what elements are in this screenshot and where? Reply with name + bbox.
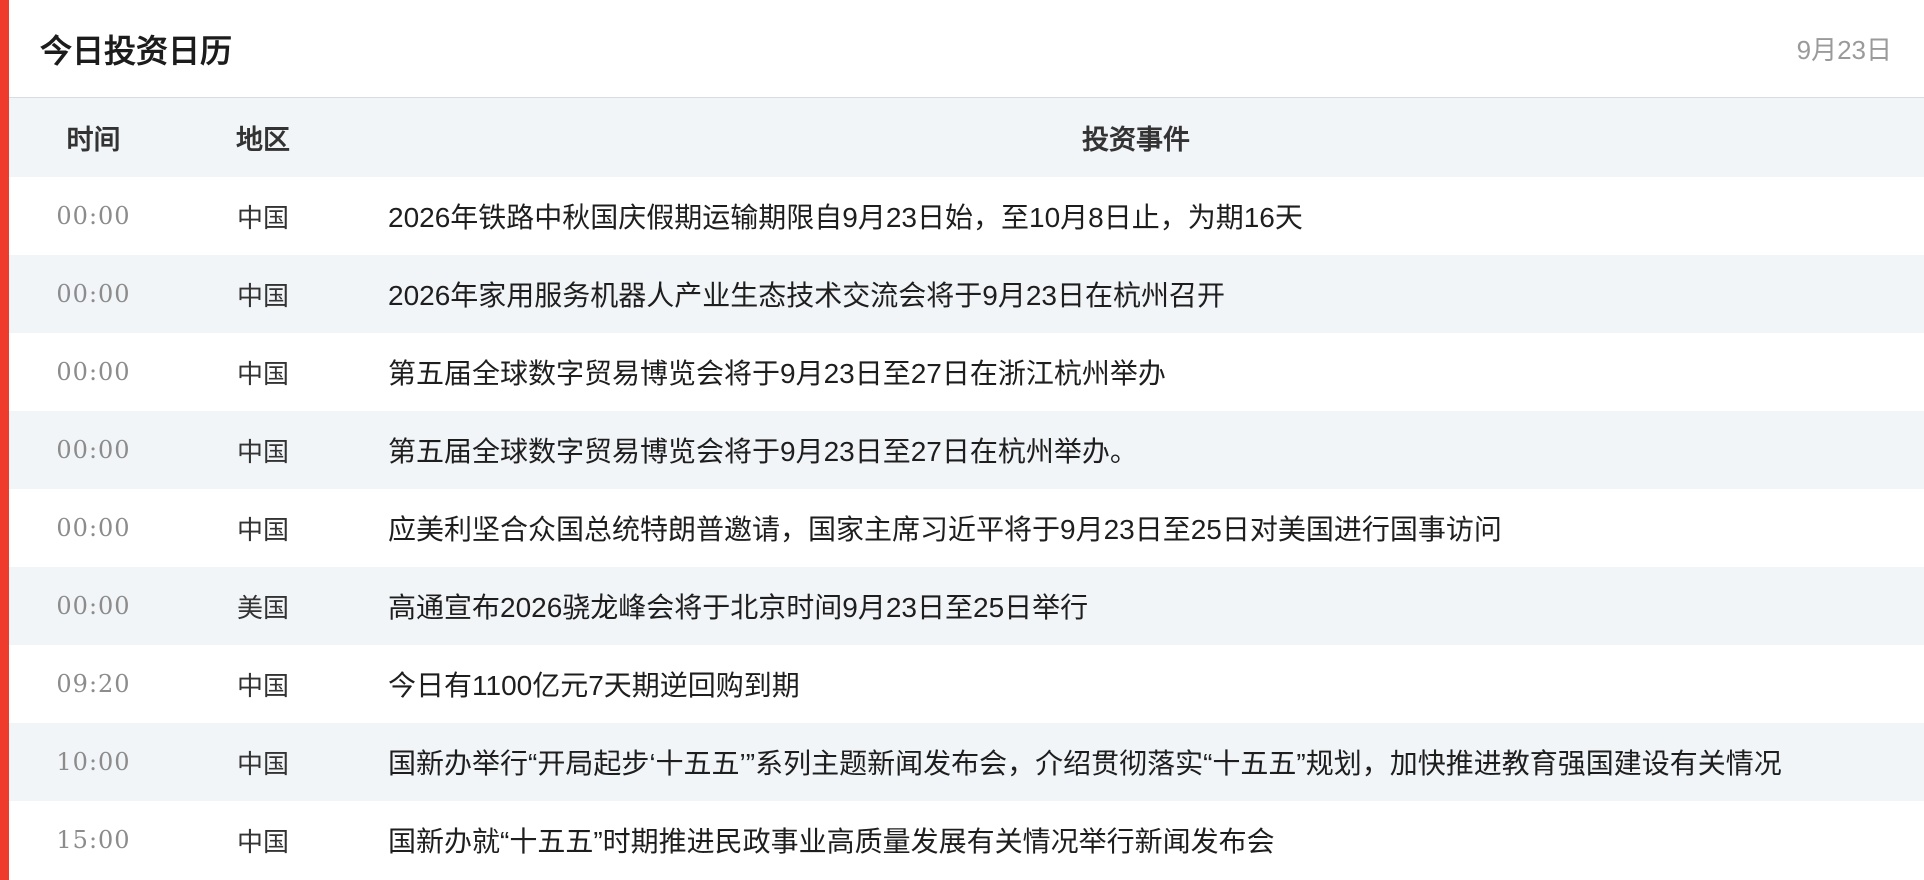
event-time: 15:00: [56, 826, 131, 854]
event-region: 中国: [236, 514, 289, 545]
current-date: 9月23日: [1796, 35, 1892, 65]
table-header: 时间 地区 投资事件: [9, 98, 1924, 177]
event-title[interactable]: 2026年铁路中秋国庆假期运输期限自9月23日始，至10月8日止，为期16天: [348, 196, 1924, 236]
table-row[interactable]: 09:20 中国 今日有1100亿元7天期逆回购到期: [9, 645, 1924, 723]
column-header-event: 投资事件: [1082, 125, 1190, 155]
event-title[interactable]: 国新办举行“开局起步‘十五五’”系列主题新闻发布会，介绍贯彻落实“十五五”规划，…: [348, 742, 1924, 782]
event-time: 00:00: [56, 358, 131, 386]
table-body: 00:00 中国 2026年铁路中秋国庆假期运输期限自9月23日始，至10月8日…: [9, 177, 1924, 879]
event-region: 中国: [236, 280, 289, 311]
event-title[interactable]: 第五届全球数字贸易博览会将于9月23日至27日在浙江杭州举办: [348, 352, 1924, 392]
event-title[interactable]: 2026年家用服务机器人产业生态技术交流会将于9月23日在杭州召开: [348, 274, 1924, 314]
table-row[interactable]: 00:00 中国 2026年家用服务机器人产业生态技术交流会将于9月23日在杭州…: [9, 255, 1924, 333]
event-time: 10:00: [56, 748, 131, 776]
event-region: 中国: [236, 202, 289, 233]
event-time: 00:00: [56, 592, 131, 620]
table-row[interactable]: 00:00 美国 高通宣布2026骁龙峰会将于北京时间9月23日至25日举行: [9, 567, 1924, 645]
event-time: 00:00: [56, 202, 131, 230]
event-time: 00:00: [56, 514, 131, 542]
event-title[interactable]: 第五届全球数字贸易博览会将于9月23日至27日在杭州举办。: [348, 430, 1924, 470]
event-time: 00:00: [56, 280, 131, 308]
panel-title: 今日投资日历: [40, 32, 233, 69]
event-region: 中国: [236, 436, 289, 467]
event-region: 中国: [236, 670, 289, 701]
event-time: 00:00: [56, 436, 131, 464]
table-row[interactable]: 00:00 中国 第五届全球数字贸易博览会将于9月23日至27日在浙江杭州举办: [9, 333, 1924, 411]
event-title[interactable]: 高通宣布2026骁龙峰会将于北京时间9月23日至25日举行: [348, 586, 1924, 626]
event-title[interactable]: 国新办就“十五五”时期推进民政事业高质量发展有关情况举行新闻发布会: [348, 820, 1924, 860]
event-region: 中国: [236, 748, 289, 779]
panel-header: 今日投资日历 9月23日: [9, 0, 1924, 98]
event-time: 09:20: [56, 670, 131, 698]
table-row[interactable]: 00:00 中国 2026年铁路中秋国庆假期运输期限自9月23日始，至10月8日…: [9, 177, 1924, 255]
event-region: 中国: [236, 826, 289, 857]
event-region: 美国: [236, 592, 289, 623]
table-row[interactable]: 00:00 中国 第五届全球数字贸易博览会将于9月23日至27日在杭州举办。: [9, 411, 1924, 489]
event-title[interactable]: 今日有1100亿元7天期逆回购到期: [348, 664, 1924, 704]
investment-calendar-panel: 今日投资日历 9月23日 时间 地区 投资事件 00:00 中国 2026年铁路…: [0, 0, 1924, 880]
table-row[interactable]: 15:00 中国 国新办就“十五五”时期推进民政事业高质量发展有关情况举行新闻发…: [9, 801, 1924, 879]
event-title[interactable]: 应美利坚合众国总统特朗普邀请，国家主席习近平将于9月23日至25日对美国进行国事…: [348, 508, 1924, 548]
table-row[interactable]: 10:00 中国 国新办举行“开局起步‘十五五’”系列主题新闻发布会，介绍贯彻落…: [9, 723, 1924, 801]
table-row[interactable]: 00:00 中国 应美利坚合众国总统特朗普邀请，国家主席习近平将于9月23日至2…: [9, 489, 1924, 567]
event-region: 中国: [236, 358, 289, 389]
column-header-region: 地区: [236, 125, 290, 155]
column-header-time: 时间: [66, 125, 121, 155]
